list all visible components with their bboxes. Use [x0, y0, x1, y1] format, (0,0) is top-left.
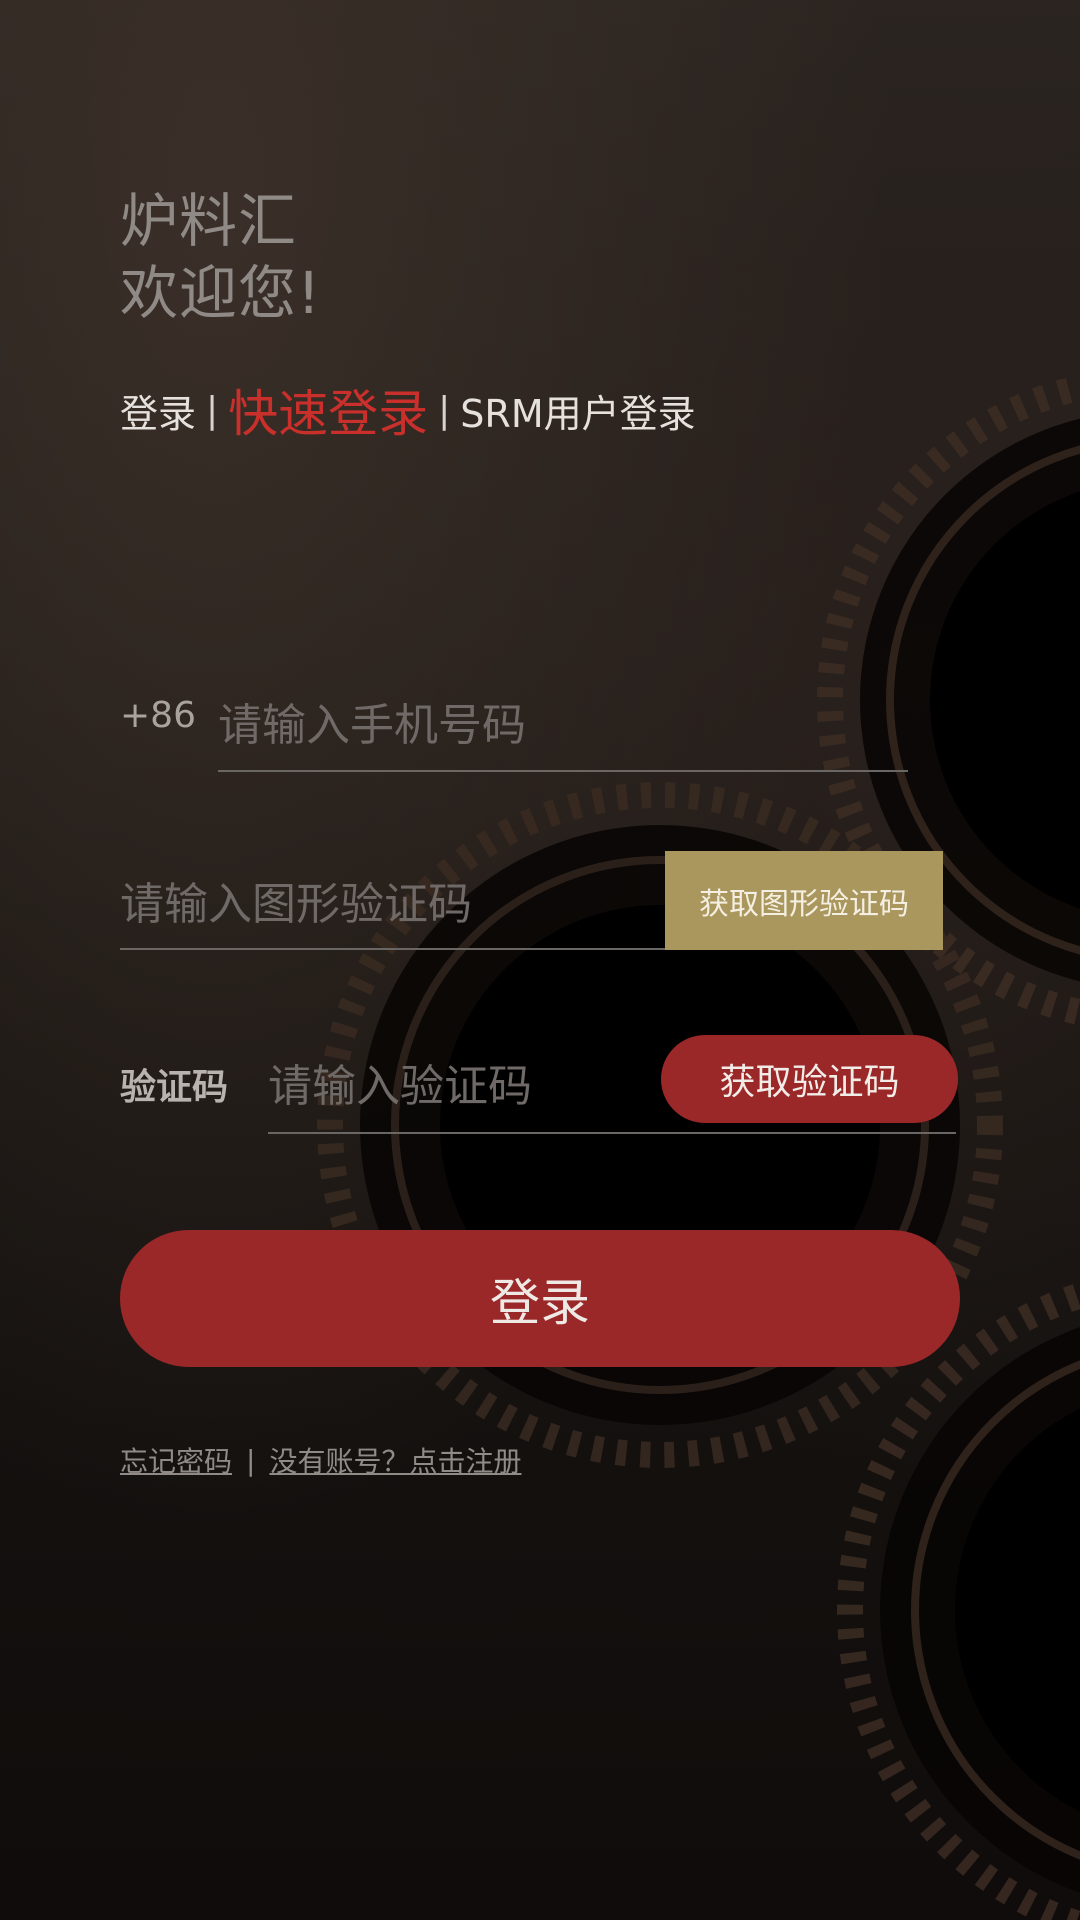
login-button[interactable]: 登录 [120, 1230, 960, 1367]
phone-input[interactable] [218, 680, 908, 772]
login-screen: 炉料汇 欢迎您! 登录 | 快速登录 | SRM用户登录 +86 获取图形验证码… [0, 0, 1080, 1920]
country-code: +86 [120, 695, 196, 736]
get-verification-code-button[interactable]: 获取验证码 [661, 1035, 958, 1123]
captcha-input[interactable] [120, 860, 665, 950]
welcome-text: 欢迎您! [120, 259, 322, 327]
forgot-password-link[interactable]: 忘记密码 [120, 1440, 232, 1480]
tab-login[interactable]: 登录 [120, 383, 196, 438]
welcome-heading: 炉料汇 欢迎您! [120, 185, 321, 329]
tab-separator: | [206, 389, 219, 431]
tab-quick-login[interactable]: 快速登录 [228, 374, 428, 446]
verification-code-label: 验证码 [120, 1067, 229, 1108]
link-separator: | [246, 1443, 256, 1477]
register-link[interactable]: 没有账号？点击注册 [269, 1440, 521, 1480]
app-name: 炉料汇 [120, 187, 298, 255]
login-mode-tabs: 登录 | 快速登录 | SRM用户登录 [120, 370, 696, 450]
tab-srm-login[interactable]: SRM用户登录 [460, 383, 695, 438]
footer-links: 忘记密码 | 没有账号？点击注册 [120, 1440, 521, 1480]
tab-separator: | [438, 389, 451, 431]
get-captcha-button[interactable]: 获取图形验证码 [665, 851, 943, 950]
